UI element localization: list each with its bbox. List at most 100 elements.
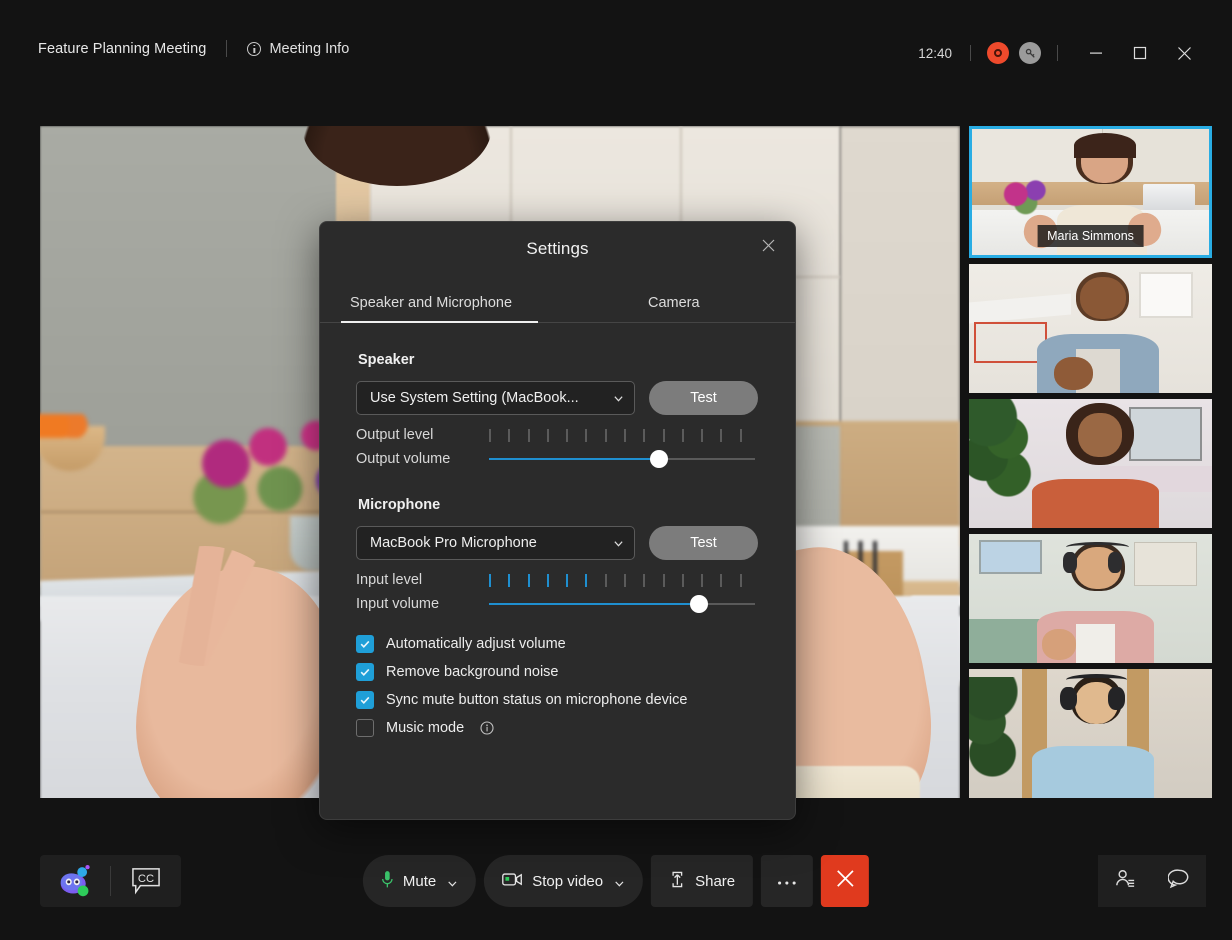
microphone-device-row: MacBook Pro Microphone Test [356, 526, 795, 560]
speaker-device-row: Use System Setting (MacBook... Test [356, 381, 795, 415]
share-button[interactable]: Share [651, 855, 753, 907]
share-label: Share [695, 873, 735, 890]
input-volume-thumb[interactable] [690, 595, 708, 613]
stop-video-button[interactable]: Stop video [484, 855, 643, 907]
level-tick [547, 574, 566, 587]
closed-captions-icon[interactable]: CC [111, 855, 181, 907]
level-tick [701, 429, 720, 442]
participant-tile[interactable] [969, 399, 1212, 528]
checkbox-unchecked-icon[interactable] [356, 719, 374, 737]
level-tick [566, 574, 585, 587]
chat-button[interactable] [1152, 855, 1206, 907]
input-level-row: Input level [356, 572, 795, 588]
participant-filmstrip: Maria Simmons [969, 126, 1212, 798]
settings-dialog: Settings Speaker and Microphone Camera S… [319, 221, 796, 820]
minimize-icon[interactable] [1074, 36, 1118, 70]
recording-indicator-icon[interactable] [987, 42, 1009, 64]
input-volume-slider[interactable] [489, 595, 755, 613]
level-tick [624, 574, 643, 587]
title-bar-left: Feature Planning Meeting Meeting Info [38, 40, 349, 57]
audio-option-row[interactable]: Remove background noise [356, 663, 795, 681]
encryption-key-icon[interactable] [1019, 42, 1041, 64]
input-volume-row: Input volume [356, 595, 795, 613]
microphone-device-select[interactable]: MacBook Pro Microphone [356, 526, 635, 560]
participants-button[interactable] [1098, 855, 1152, 907]
audio-option-label: Music mode [386, 720, 464, 736]
microphone-section-heading: Microphone [358, 497, 795, 513]
checkbox-checked-icon[interactable] [356, 663, 374, 681]
participant-video [969, 264, 1212, 393]
chevron-down-icon [613, 538, 624, 549]
title-divider [226, 40, 227, 57]
audio-option-row[interactable]: Music mode [356, 719, 795, 737]
ai-companion-bot-icon[interactable] [40, 855, 110, 907]
participant-tile[interactable] [969, 669, 1212, 798]
output-level-meter [489, 429, 759, 442]
toolbar-right-group [1098, 855, 1206, 907]
chevron-down-icon[interactable] [447, 876, 458, 887]
title-divider-right [970, 45, 971, 61]
info-circle-icon [247, 42, 261, 56]
output-level-row: Output level [356, 427, 795, 443]
output-level-label: Output level [356, 427, 489, 443]
speaker-test-button[interactable]: Test [649, 381, 758, 415]
level-tick [489, 429, 508, 442]
output-volume-row: Output volume [356, 450, 795, 468]
mute-button[interactable]: Mute [363, 855, 476, 907]
level-tick [489, 574, 508, 587]
level-tick [701, 574, 720, 587]
participant-video [969, 399, 1212, 528]
audio-option-row[interactable]: Automatically adjust volume [356, 635, 795, 653]
speaker-device-select[interactable]: Use System Setting (MacBook... [356, 381, 635, 415]
chevron-down-icon [613, 393, 624, 404]
tab-active-underline [341, 321, 538, 323]
participant-tile[interactable]: Maria Simmons [969, 126, 1212, 258]
output-volume-thumb[interactable] [650, 450, 668, 468]
settings-body: Speaker Use System Setting (MacBook... T… [320, 352, 795, 737]
tab-camera[interactable]: Camera [648, 295, 700, 311]
share-screen-icon [669, 871, 686, 892]
dialog-title: Settings [320, 222, 795, 259]
checkbox-checked-icon[interactable] [356, 691, 374, 709]
checkbox-checked-icon[interactable] [356, 635, 374, 653]
audio-option-row[interactable]: Sync mute button status on microphone de… [356, 691, 795, 709]
microphone-icon [381, 870, 394, 893]
audio-option-label: Automatically adjust volume [386, 636, 566, 652]
maximize-icon[interactable] [1118, 36, 1162, 70]
more-options-button[interactable] [761, 855, 813, 907]
chevron-down-icon[interactable] [614, 876, 625, 887]
leave-meeting-icon [836, 869, 855, 893]
participant-tile[interactable] [969, 534, 1212, 663]
level-tick [663, 429, 682, 442]
input-volume-label: Input volume [356, 596, 489, 612]
level-tick [682, 574, 701, 587]
speaker-section-heading: Speaker [358, 352, 795, 368]
level-tick [682, 429, 701, 442]
audio-option-label: Sync mute button status on microphone de… [386, 692, 687, 708]
tab-speaker-and-microphone[interactable]: Speaker and Microphone [350, 295, 512, 311]
meeting-info-label: Meeting Info [269, 41, 349, 57]
info-circle-icon[interactable] [480, 721, 494, 735]
window-close-icon[interactable] [1162, 36, 1206, 70]
participant-video [969, 669, 1212, 798]
meeting-info-button[interactable]: Meeting Info [247, 41, 349, 57]
clock-time: 12:40 [918, 46, 952, 61]
leave-meeting-button[interactable] [821, 855, 869, 907]
level-tick [547, 429, 566, 442]
more-options-icon [777, 873, 797, 890]
level-tick [643, 429, 662, 442]
toolbar-left-group: CC [40, 855, 181, 907]
input-level-meter [489, 574, 759, 587]
level-tick [528, 574, 547, 587]
video-camera-icon [502, 872, 523, 891]
microphone-test-button[interactable]: Test [649, 526, 758, 560]
output-volume-slider[interactable] [489, 450, 755, 468]
level-tick [740, 574, 759, 587]
toolbar-center-group: Mute Stop video [363, 855, 869, 907]
level-tick [720, 574, 739, 587]
dialog-close-icon[interactable] [755, 232, 781, 258]
level-tick [508, 574, 527, 587]
participant-tile[interactable] [969, 264, 1212, 393]
level-tick [585, 574, 604, 587]
level-tick [566, 429, 585, 442]
